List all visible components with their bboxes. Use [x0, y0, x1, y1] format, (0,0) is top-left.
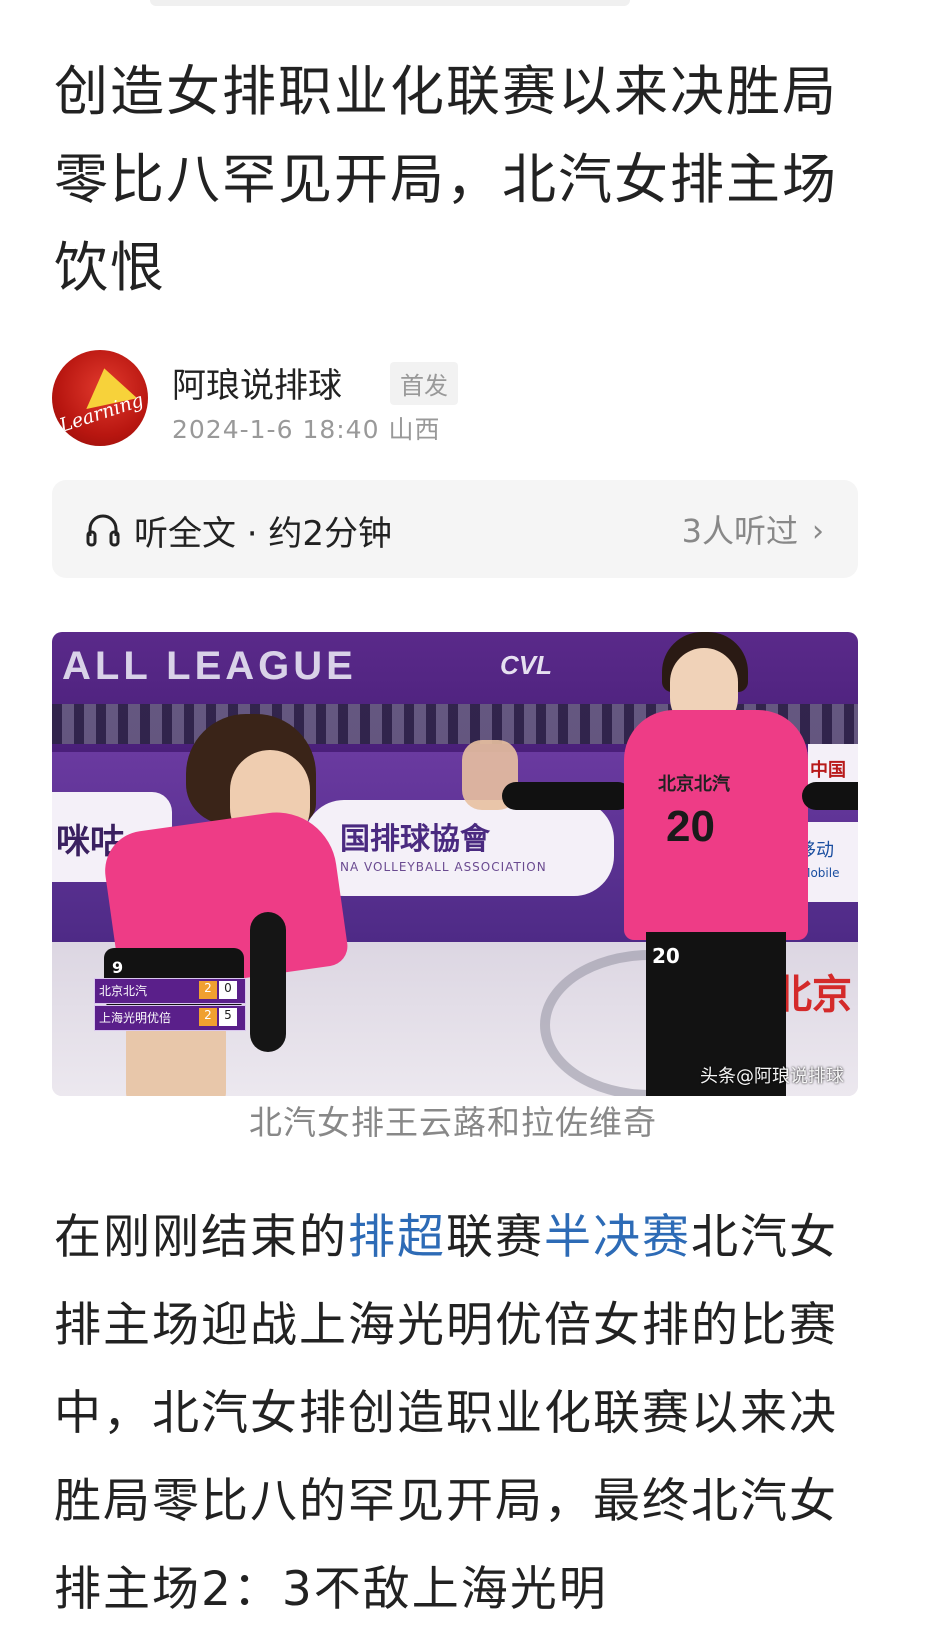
body-text: 联赛	[446, 1210, 544, 1265]
player-right-team: 北京北汽	[658, 774, 730, 795]
scoreboard: 北京北汽 2 0 上海光明优倍 2 5	[94, 978, 246, 1031]
article-title: 创造女排职业化联赛以来决胜局零比八罕见开局，北汽女排主场饮恨	[54, 60, 838, 299]
scoreboard-team: 上海光明优倍	[99, 1011, 172, 1025]
board-center-text: 国排球協會	[340, 822, 490, 857]
photo-cvl-logo: CVL	[500, 650, 552, 680]
scoreboard-row: 北京北汽 2 0	[94, 978, 246, 1004]
player-right-sleeve-left	[502, 782, 632, 810]
photo-watermark: 头条@阿琅说排球	[700, 1066, 844, 1087]
publish-meta: 2024-1-6 18:40 山西	[172, 410, 440, 446]
board-center-en-text: NA VOLLEYBALL ASSOCIATION	[340, 860, 547, 874]
player-right-jersey	[624, 710, 808, 940]
photo-caption: 北汽女排王云蕗和拉佐维奇	[249, 1103, 657, 1142]
author-avatar[interactable]: Learning	[52, 350, 148, 446]
scoreboard-sets: 2	[199, 1008, 217, 1026]
top-handle	[150, 0, 630, 6]
body-text: 北汽女排主场迎战上海光明优倍女排的比赛中，北汽女排创造职业化联赛以来决胜局零比八…	[54, 1210, 838, 1617]
player-right-sleeve-right	[802, 782, 858, 810]
chevron-right-icon: ›	[812, 514, 824, 549]
scoreboard-points: 0	[219, 981, 237, 999]
scoreboard-sets: 2	[199, 981, 217, 999]
listen-label: 听全文 · 约2分钟	[134, 514, 393, 554]
listen-full-text-bar[interactable]: 听全文 · 约2分钟 3人听过 ›	[52, 480, 858, 578]
headphones-icon	[86, 514, 120, 547]
player-left: 9	[92, 714, 352, 1096]
player-left-number: 9	[112, 958, 124, 977]
link-paichao[interactable]: 排超	[348, 1210, 446, 1265]
link-banjuesai[interactable]: 半决赛	[544, 1210, 691, 1265]
publish-date: 2024-1-6	[172, 415, 294, 444]
player-left-arm	[250, 912, 286, 1052]
scoreboard-team: 北京北汽	[99, 984, 148, 998]
body-text: 在刚刚结束的	[54, 1210, 348, 1265]
article-body: 在刚刚结束的排超联赛半决赛北汽女排主场迎战上海光明优倍女排的比赛中，北汽女排创造…	[54, 1194, 864, 1634]
publish-location: 山西	[388, 415, 441, 444]
player-right-number: 20	[666, 802, 715, 851]
article-photo[interactable]: ALL LEAGUE CVL 咪咕 国排球協會 NA VOLLEYBALL AS…	[52, 632, 858, 1096]
scoreboard-points: 5	[219, 1008, 237, 1026]
photo-league-text: ALL LEAGUE	[62, 644, 357, 688]
player-right: 北京北汽 20 20	[462, 632, 858, 1096]
player-right-shorts-number: 20	[652, 944, 680, 968]
author-bar[interactable]: Learning 阿琅说排球 首发 2024-1-6 18:40 山西	[52, 350, 872, 450]
listen-count: 3人听过	[681, 512, 798, 550]
first-publish-badge: 首发	[390, 362, 458, 405]
publish-time: 18:40	[302, 415, 380, 444]
author-name[interactable]: 阿琅说排球	[172, 358, 342, 407]
scoreboard-row: 上海光明优倍 2 5	[94, 1005, 246, 1031]
